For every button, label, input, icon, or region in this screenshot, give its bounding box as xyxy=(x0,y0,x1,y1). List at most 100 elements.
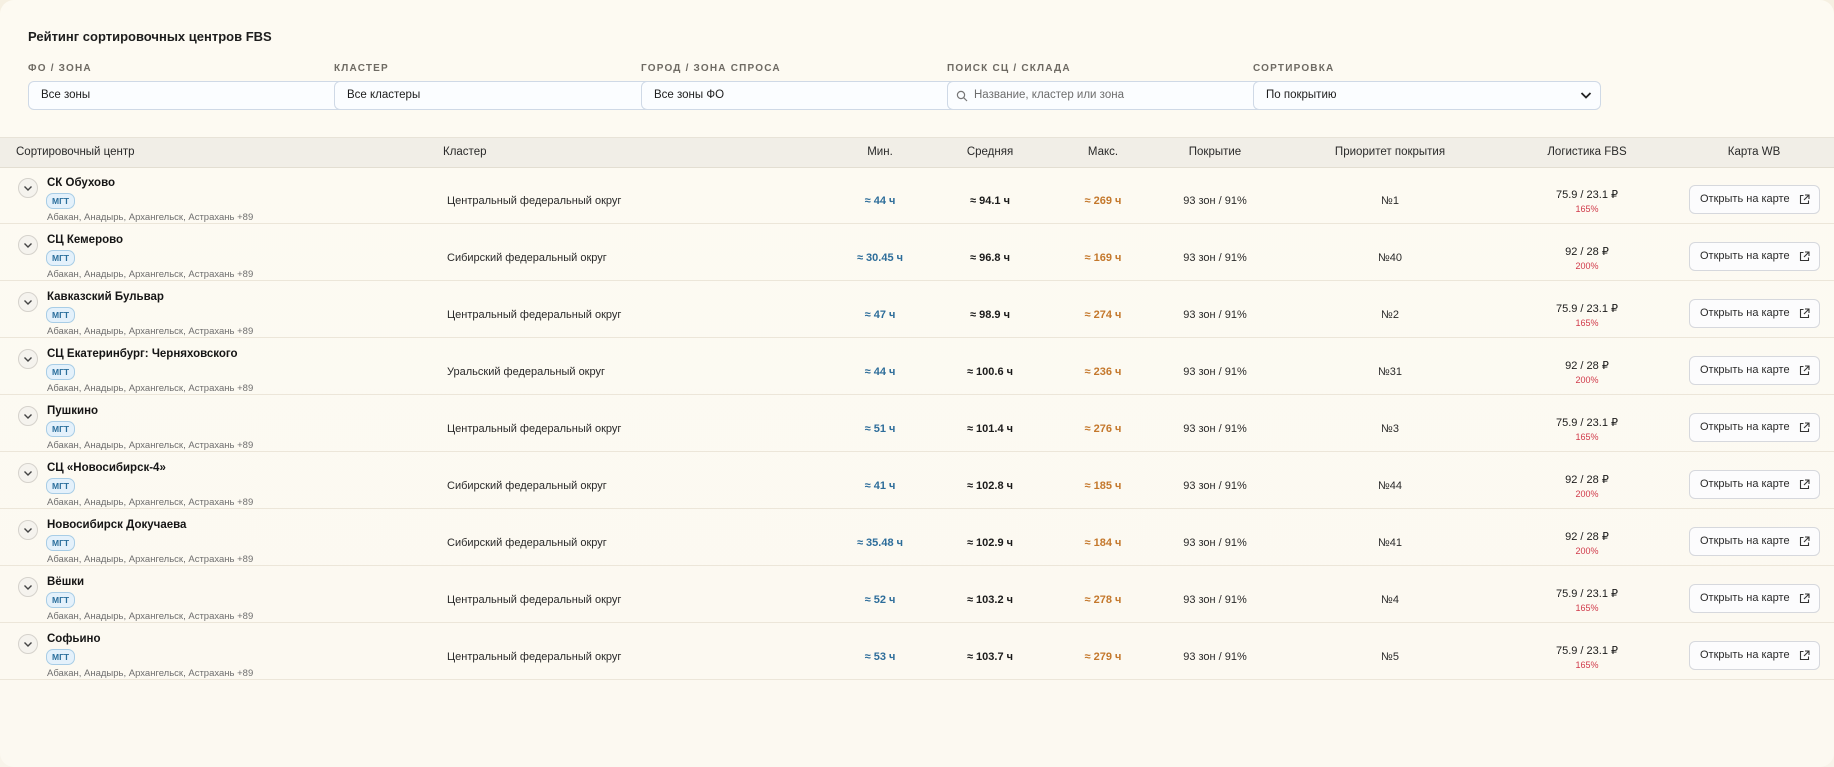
mgt-badge: МГТ xyxy=(46,193,76,209)
chevron-down-icon xyxy=(24,243,32,248)
coverage: 93 зон / 91% xyxy=(1183,366,1247,378)
sc-name: Новосибирск Докучаева xyxy=(47,519,187,531)
coverage: 93 зон / 91% xyxy=(1183,423,1247,435)
header-avg[interactable]: Средняя xyxy=(950,138,1030,167)
open-map-label: Открыть на карте xyxy=(1700,592,1790,604)
coverage-priority: №2 xyxy=(1381,309,1399,321)
cluster-select[interactable]: Все кластеры xyxy=(334,81,682,110)
table-row: Софьино МГТ Абакан, Анадырь, Архангельск… xyxy=(0,623,1834,680)
external-link-icon xyxy=(1799,650,1810,661)
coverage: 93 зон / 91% xyxy=(1183,252,1247,264)
coverage-priority: №1 xyxy=(1381,195,1399,207)
sc-regions: Абакан, Анадырь, Архангельск, Астрахань … xyxy=(47,554,254,565)
max-time: ≈ 184 ч xyxy=(1084,537,1122,549)
coverage-priority: №40 xyxy=(1377,252,1403,264)
avg-time: ≈ 101.4 ч xyxy=(966,423,1014,435)
avg-time: ≈ 102.8 ч xyxy=(966,480,1014,492)
sc-regions: Абакан, Анадырь, Архангельск, Астрахань … xyxy=(47,611,254,622)
open-map-button[interactable]: Открыть на карте xyxy=(1689,584,1820,613)
filter-label: СОРТИРОВКА xyxy=(1253,63,1335,74)
search-placeholder: Название, кластер или зона xyxy=(974,89,1124,101)
coverage: 93 зон / 91% xyxy=(1183,195,1247,207)
min-time: ≈ 47 ч xyxy=(864,309,896,321)
sc-cluster: Центральный федеральный округ xyxy=(447,195,622,207)
sc-regions: Абакан, Анадырь, Архангельск, Астрахань … xyxy=(47,269,254,280)
expand-row-button[interactable] xyxy=(18,292,38,312)
coverage: 93 зон / 91% xyxy=(1183,309,1247,321)
open-map-button[interactable]: Открыть на карте xyxy=(1689,527,1820,556)
coverage-priority: №4 xyxy=(1381,594,1399,606)
coverage: 93 зон / 91% xyxy=(1183,651,1247,663)
sc-cluster: Уральский федеральный округ xyxy=(447,366,606,378)
avg-time: ≈ 102.9 ч xyxy=(966,537,1014,549)
sc-name: СК Обухово xyxy=(47,177,116,189)
open-map-button[interactable]: Открыть на карте xyxy=(1689,185,1820,214)
search-icon xyxy=(956,90,968,102)
open-map-button[interactable]: Открыть на карте xyxy=(1689,299,1820,328)
logistics-cost: 75.9 / 23.1 ₽ xyxy=(1555,645,1619,657)
header-coverage[interactable]: Покрытие xyxy=(1160,138,1270,167)
open-map-label: Открыть на карте xyxy=(1700,193,1790,205)
logistics-percent: 165% xyxy=(1575,318,1599,328)
header-cluster[interactable]: Кластер xyxy=(443,138,486,167)
mgt-badge: МГТ xyxy=(46,535,76,551)
logistics-cost: 92 / 28 ₽ xyxy=(1565,360,1609,372)
header-priority[interactable]: Приоритет покрытия xyxy=(1320,138,1460,167)
header-max[interactable]: Макс. xyxy=(1063,138,1143,167)
expand-row-button[interactable] xyxy=(18,463,38,483)
table-row: СЦ Екатеринбург: Черняховского МГТ Абака… xyxy=(0,338,1834,395)
coverage-priority: №41 xyxy=(1377,537,1403,549)
chevron-down-icon xyxy=(1580,92,1592,99)
max-time: ≈ 236 ч xyxy=(1084,366,1122,378)
mgt-badge: МГТ xyxy=(46,649,76,665)
select-value: Все кластеры xyxy=(347,89,421,101)
logistics-percent: 165% xyxy=(1575,660,1599,670)
open-map-button[interactable]: Открыть на карте xyxy=(1689,470,1820,499)
external-link-icon xyxy=(1799,308,1810,319)
coverage-priority: №5 xyxy=(1381,651,1399,663)
expand-row-button[interactable] xyxy=(18,520,38,540)
open-map-button[interactable]: Открыть на карте xyxy=(1689,413,1820,442)
header-center[interactable]: Сортировочный центр xyxy=(16,138,135,167)
header-min[interactable]: Мин. xyxy=(840,138,920,167)
open-map-button[interactable]: Открыть на карте xyxy=(1689,356,1820,385)
mgt-badge: МГТ xyxy=(46,592,76,608)
table-row: СЦ Кемерово МГТ Абакан, Анадырь, Арханге… xyxy=(0,224,1834,281)
avg-time: ≈ 98.9 ч xyxy=(970,309,1010,321)
search-input[interactable]: Название, кластер или зона xyxy=(947,81,1295,110)
mgt-badge: МГТ xyxy=(46,421,76,437)
sort-select[interactable]: По покрытию xyxy=(1253,81,1601,110)
header-logistics[interactable]: Логистика FBS xyxy=(1527,138,1647,167)
fo-zone-select[interactable]: Все зоны xyxy=(28,81,376,110)
chevron-down-icon xyxy=(24,357,32,362)
max-time: ≈ 185 ч xyxy=(1084,480,1122,492)
external-link-icon xyxy=(1799,479,1810,490)
coverage: 93 зон / 91% xyxy=(1183,480,1247,492)
open-map-button[interactable]: Открыть на карте xyxy=(1689,242,1820,271)
city-zone-select[interactable]: Все зоны ФО xyxy=(641,81,989,110)
expand-row-button[interactable] xyxy=(18,634,38,654)
expand-row-button[interactable] xyxy=(18,235,38,255)
avg-time: ≈ 96.8 ч xyxy=(970,252,1010,264)
table-row: СЦ «Новосибирск-4» МГТ Абакан, Анадырь, … xyxy=(0,452,1834,509)
select-value: Все зоны xyxy=(41,89,91,101)
logistics-percent: 200% xyxy=(1575,489,1599,499)
logistics-cost: 92 / 28 ₽ xyxy=(1565,474,1609,486)
expand-row-button[interactable] xyxy=(18,577,38,597)
max-time: ≈ 274 ч xyxy=(1084,309,1122,321)
sc-cluster: Сибирский федеральный округ xyxy=(447,537,607,549)
external-link-icon xyxy=(1799,422,1810,433)
expand-row-button[interactable] xyxy=(18,406,38,426)
open-map-label: Открыть на карте xyxy=(1700,421,1790,433)
external-link-icon xyxy=(1799,536,1810,547)
coverage: 93 зон / 91% xyxy=(1183,537,1247,549)
expand-row-button[interactable] xyxy=(18,178,38,198)
min-time: ≈ 53 ч xyxy=(864,651,896,663)
filter-cluster: КЛАСТЕР Все кластеры xyxy=(334,62,682,110)
chevron-down-icon xyxy=(24,471,32,476)
filter-label: КЛАСТЕР xyxy=(334,63,389,74)
open-map-button[interactable]: Открыть на карте xyxy=(1689,641,1820,670)
mgt-badge: МГТ xyxy=(46,364,76,380)
logistics-percent: 165% xyxy=(1575,204,1599,214)
expand-row-button[interactable] xyxy=(18,349,38,369)
